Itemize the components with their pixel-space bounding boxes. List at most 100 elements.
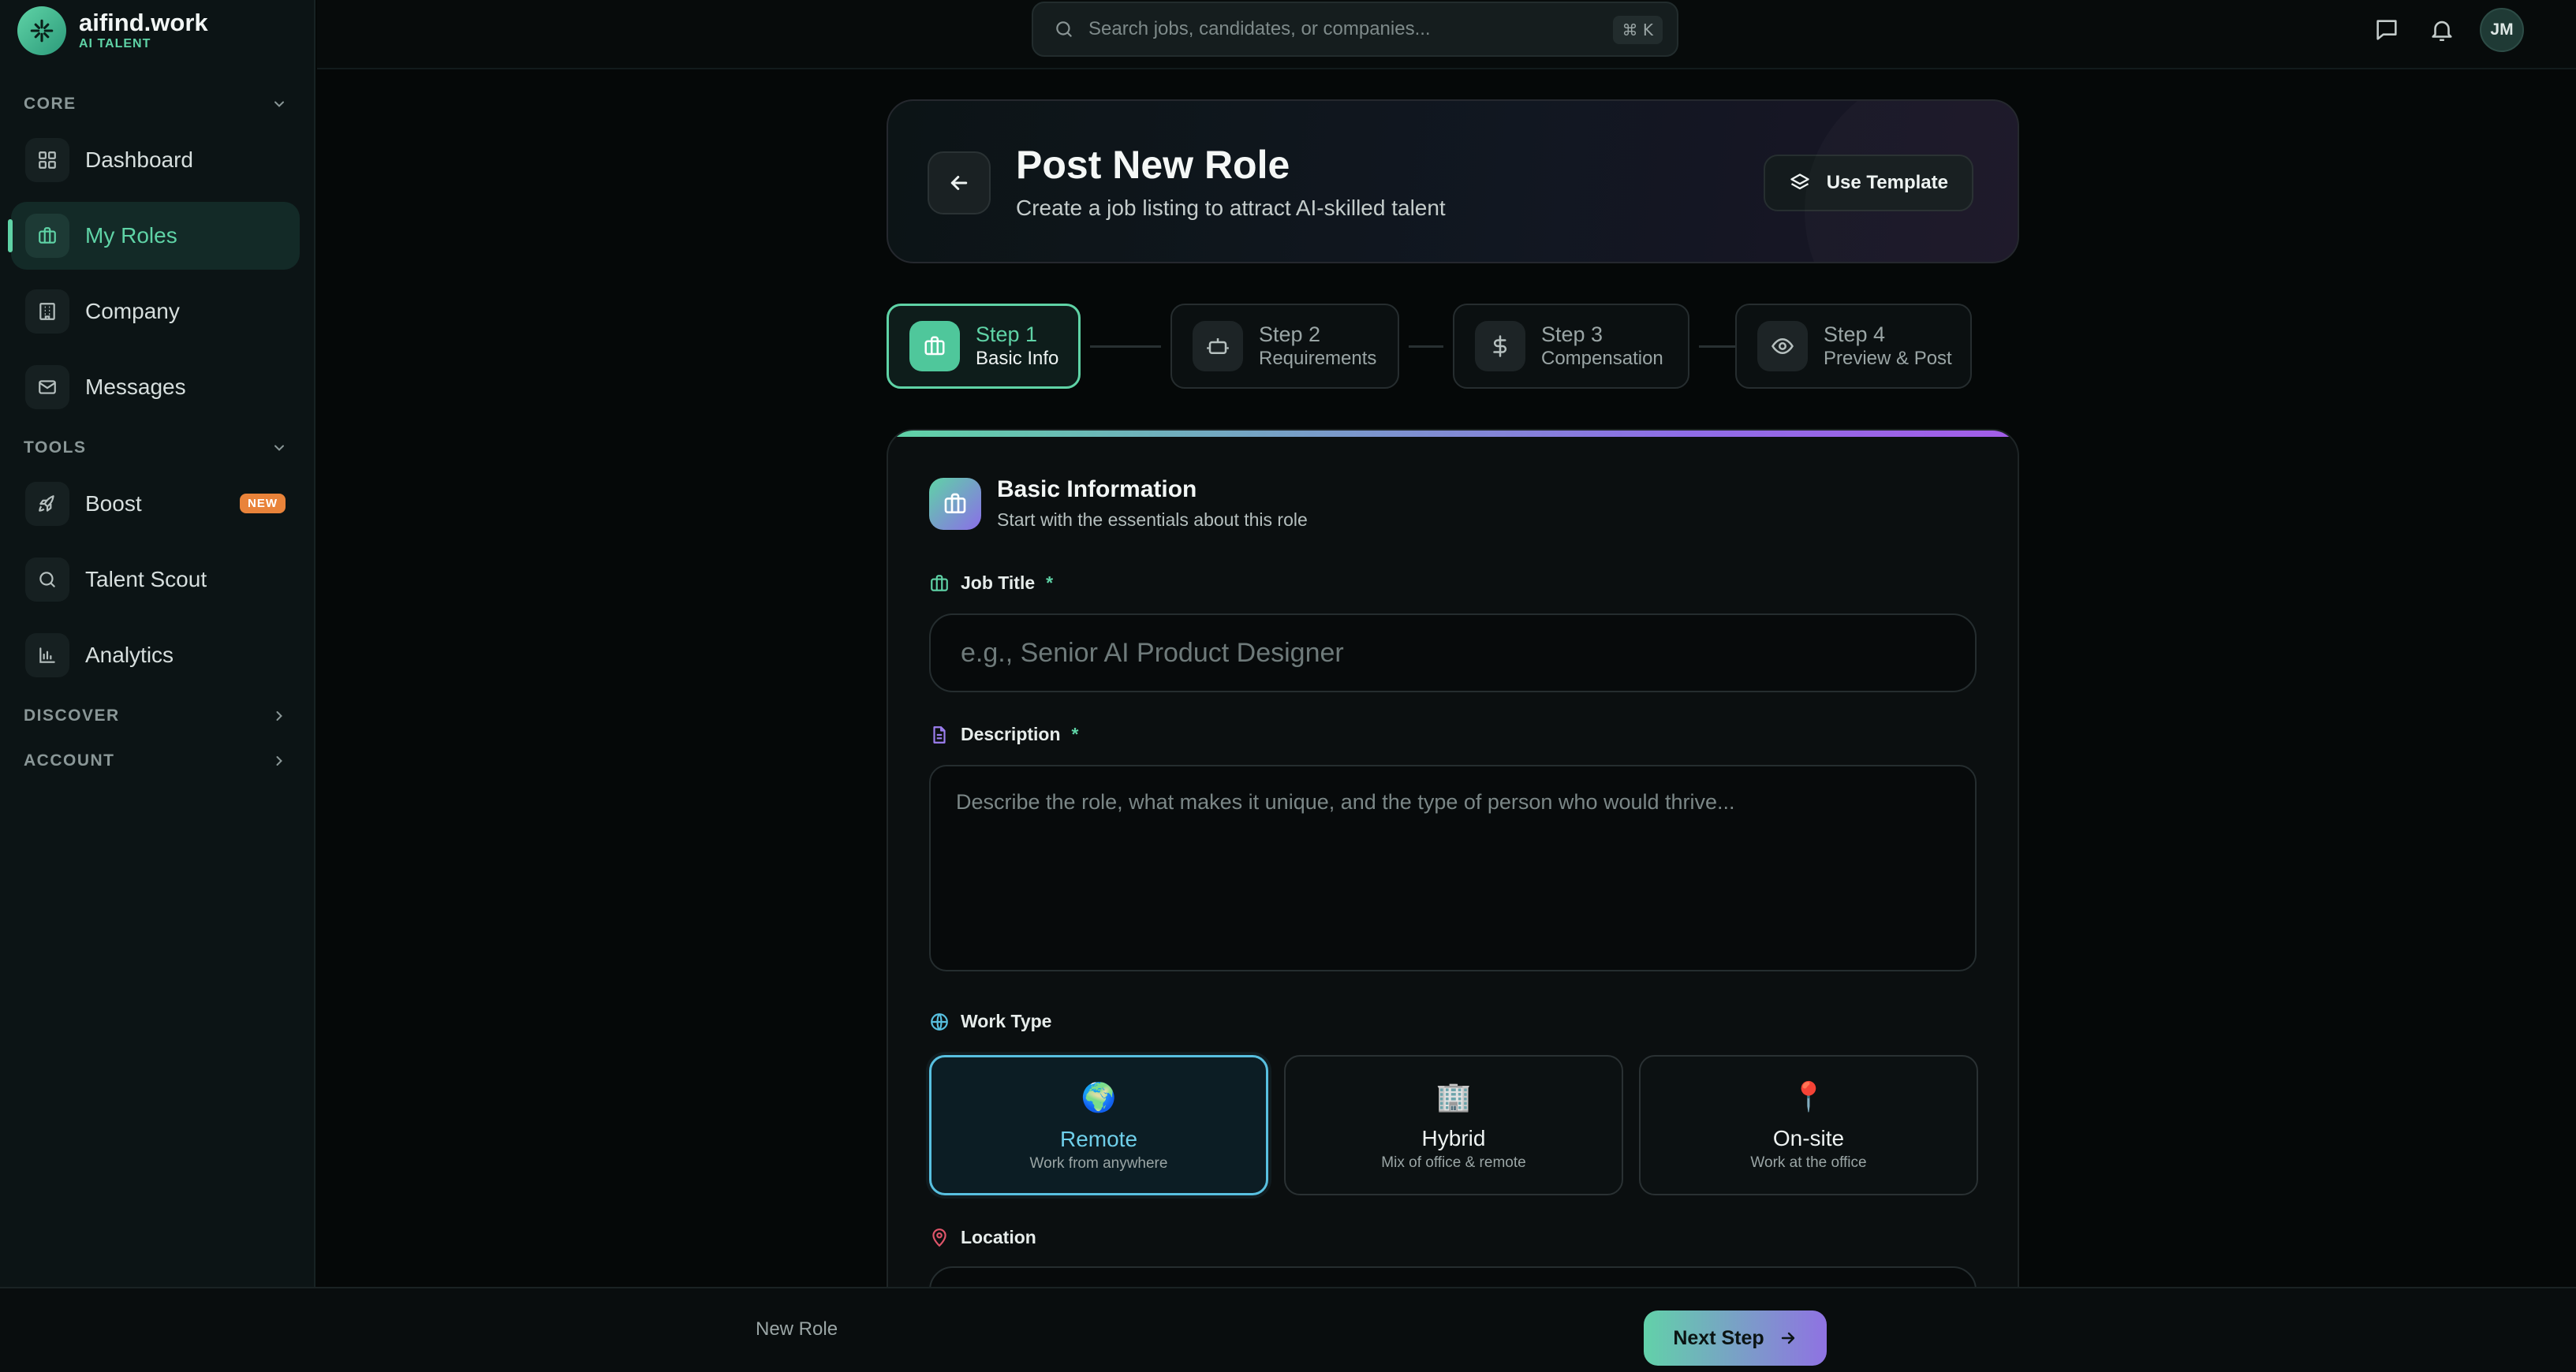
search-icon [25, 557, 69, 602]
sidebar: aifind.work AI TALENT CORE Dashboard My … [0, 0, 315, 1287]
work-type-remote[interactable]: 🌍 Remote Work from anywhere [929, 1055, 1268, 1195]
sidebar-item-label: Talent Scout [85, 567, 207, 591]
work-type-desc: Mix of office & remote [1381, 1154, 1526, 1171]
sparkle-logo-icon [17, 6, 66, 55]
step-1[interactable]: Step 1 Basic Info [887, 304, 1081, 389]
sidebar-item-label: Boost [85, 491, 142, 516]
sidebar-item-boost[interactable]: Boost NEW [11, 470, 300, 538]
sidebar-item-my-roles[interactable]: My Roles [8, 202, 300, 270]
work-type-desc: Work at the office [1750, 1154, 1867, 1171]
sidebar-item-analytics[interactable]: Analytics [11, 621, 300, 689]
page-title: Post New Role [1016, 143, 1290, 187]
globe-icon [931, 1012, 948, 1031]
description-textarea[interactable] [929, 765, 1977, 971]
avatar[interactable]: JM [2480, 8, 2524, 52]
briefcase-icon [929, 478, 981, 530]
pin-emoji-icon: 📍 [1790, 1081, 1827, 1113]
shortcut-hint: ⌘ K [1612, 16, 1663, 44]
sidebar-item-label: My Roles [85, 223, 177, 248]
sidebar-item-label: Messages [85, 375, 186, 399]
required-mark: * [1071, 724, 1079, 744]
sidebar-item-label: Dashboard [85, 147, 193, 172]
description-label: Description * [929, 724, 1078, 745]
work-type-name: Hybrid [1421, 1126, 1486, 1150]
brand-subtitle: AI TALENT [79, 37, 151, 50]
work-type-onsite[interactable]: 📍 On-site Work at the office [1639, 1055, 1978, 1195]
location-label: Location [929, 1227, 1036, 1248]
sidebar-item-messages[interactable]: Messages [11, 353, 300, 421]
step-4[interactable]: Step 4 Preview & Post [1735, 304, 1972, 389]
step-desc: Compensation [1541, 348, 1663, 369]
arrow-left-icon [950, 176, 968, 190]
bottom-bar: New Role Next Step [0, 1287, 2576, 1372]
chevron-right-icon [276, 711, 282, 721]
sidebar-item-dashboard[interactable]: Dashboard [11, 126, 300, 194]
search-input[interactable] [1088, 18, 1593, 40]
briefcase-icon [25, 214, 69, 258]
step-desc: Preview & Post [1824, 348, 1952, 369]
use-template-button[interactable]: Use Template [1763, 155, 1973, 211]
step-3[interactable]: Step 3 Compensation [1453, 304, 1689, 389]
globe-emoji-icon: 🌍 [1081, 1082, 1117, 1114]
step-name: Step 1 [976, 322, 1038, 346]
chevron-down-icon [274, 445, 284, 451]
sidebar-item-talent-scout[interactable]: Talent Scout [11, 546, 300, 613]
step-name: Step 3 [1541, 322, 1603, 346]
document-icon [933, 725, 946, 744]
brand[interactable]: aifind.work AI TALENT [17, 6, 208, 55]
step-name: Step 2 [1259, 322, 1321, 346]
basic-info-form: Basic Information Start with the essenti… [887, 429, 2019, 1328]
section-tools[interactable]: TOOLS [24, 436, 287, 460]
section-discover[interactable]: DISCOVER [24, 704, 287, 728]
robot-icon [1193, 321, 1243, 371]
eye-icon [1757, 321, 1808, 371]
sidebar-item-company[interactable]: Company [11, 278, 300, 345]
page-subtitle: Create a job listing to attract AI-skill… [1016, 196, 1446, 220]
draft-label: New Role [756, 1318, 838, 1340]
section-title: Basic Information [997, 476, 1197, 502]
next-step-button[interactable]: Next Step [1644, 1310, 1827, 1366]
brand-name: aifind.work [79, 9, 208, 36]
step-name: Step 4 [1824, 322, 1886, 346]
job-title-label: Job Title * [929, 572, 1053, 594]
step-desc: Basic Info [976, 348, 1059, 369]
back-button[interactable] [928, 151, 991, 214]
topbar: ⌘ K JM [317, 0, 2576, 69]
chevron-right-icon [276, 756, 282, 766]
building-icon [25, 289, 69, 334]
layers-icon [1790, 173, 1809, 190]
section-account[interactable]: ACCOUNT [24, 749, 287, 773]
step-connector [1409, 345, 1443, 348]
section-core[interactable]: CORE [24, 92, 287, 116]
mail-icon [25, 365, 69, 409]
sidebar-item-label: Company [85, 299, 180, 323]
office-emoji-icon: 🏢 [1435, 1081, 1472, 1113]
chat-icon[interactable] [2368, 11, 2406, 49]
work-type-hybrid[interactable]: 🏢 Hybrid Mix of office & remote [1284, 1055, 1623, 1195]
step-connector [1699, 345, 1735, 348]
step-connector [1090, 345, 1161, 348]
arrow-right-icon [1781, 1332, 1794, 1344]
search-bar[interactable]: ⌘ K [1032, 2, 1678, 57]
chevron-down-icon [274, 101, 284, 107]
bar-chart-icon [25, 633, 69, 677]
search-icon [1056, 21, 1072, 37]
work-type-desc: Work from anywhere [1029, 1155, 1168, 1172]
new-badge: NEW [240, 494, 286, 513]
step-desc: Requirements [1259, 348, 1377, 369]
work-type-label: Work Type [929, 1011, 1051, 1032]
grid-icon [25, 138, 69, 182]
work-type-name: Remote [1059, 1127, 1138, 1151]
work-type-name: On-site [1772, 1126, 1845, 1150]
briefcase-icon [931, 574, 948, 591]
map-pin-icon [932, 1228, 946, 1247]
sidebar-item-label: Analytics [85, 643, 174, 667]
dollar-icon [1475, 321, 1525, 371]
step-2[interactable]: Step 2 Requirements [1170, 304, 1399, 389]
job-title-input[interactable] [929, 613, 1977, 692]
bell-icon[interactable] [2423, 11, 2461, 49]
rocket-icon [25, 482, 69, 526]
page-header: Post New Role Create a job listing to at… [887, 99, 2019, 263]
briefcase-icon [909, 321, 960, 371]
required-mark: * [1046, 572, 1054, 593]
